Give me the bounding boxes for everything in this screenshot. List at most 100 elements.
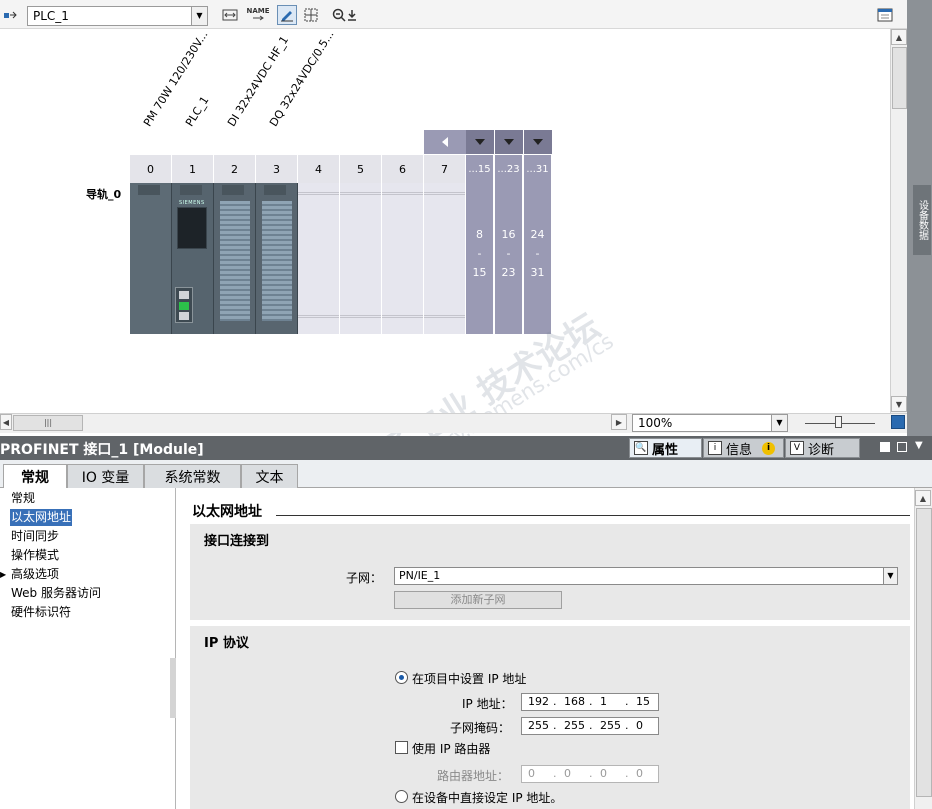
inspector-title: PROFINET 接口_1 [Module]: [0, 442, 204, 458]
router-address-label: 路由器地址：: [437, 769, 510, 783]
scroll-thumb[interactable]: [916, 508, 932, 797]
mask-octet: 255: [528, 719, 549, 732]
ip-address-label: IP 地址：: [462, 697, 513, 711]
chevron-down-icon[interactable]: ▼: [191, 7, 207, 25]
section-title: 以太网地址: [192, 504, 262, 520]
properties-icon: 🔍: [634, 441, 648, 455]
device-select[interactable]: PLC_1 ▼: [27, 6, 208, 26]
subnet-select[interactable]: PN/IE_1 ▼: [394, 567, 898, 585]
float-panel-icon[interactable]: [880, 442, 890, 452]
network-view-icon[interactable]: [0, 5, 20, 25]
subnet-mask-label: 子网掩码：: [450, 721, 511, 735]
scroll-up-icon[interactable]: ▲: [891, 29, 907, 45]
ext-slot-range[interactable]: 8 - 15: [466, 183, 494, 334]
grid-icon[interactable]: [301, 5, 321, 25]
nav-item-ethernet-address[interactable]: 以太网地址: [10, 509, 73, 526]
empty-slot[interactable]: [298, 183, 340, 334]
interface-section: 接口连接到 子网： PN/IE_1 ▼ 添加新子网: [190, 524, 910, 620]
range-to: 23: [501, 266, 516, 279]
expand-slot-24-icon[interactable]: [524, 130, 552, 154]
range-dash: -: [477, 247, 482, 260]
empty-slot[interactable]: [424, 183, 466, 334]
subnet-value: PN/IE_1: [399, 569, 441, 582]
nav-item-general[interactable]: 常规: [11, 490, 35, 507]
add-subnet-button[interactable]: 添加新子网: [394, 591, 562, 609]
zoom-slider-handle[interactable]: [835, 416, 842, 428]
use-router-checkbox[interactable]: [395, 741, 408, 754]
ext-slot-header: ...31: [524, 155, 552, 183]
tab-diagnostics[interactable]: V 诊断: [785, 438, 860, 458]
panel-vertical-scrollbar[interactable]: ▲: [914, 488, 932, 809]
zoom-select[interactable]: 100% ▼: [632, 414, 788, 432]
radio-set-ip-on-device[interactable]: [395, 790, 408, 803]
expand-arrow-icon[interactable]: ▶: [0, 570, 6, 579]
siemens-logo: SIEMENS: [179, 200, 205, 206]
overview-icon[interactable]: [220, 5, 240, 25]
scroll-left-icon[interactable]: ◀: [0, 414, 12, 430]
slot-number: 0: [130, 155, 172, 183]
ip-octet: 15: [636, 695, 650, 708]
device-data-tab[interactable]: 设备数据: [913, 185, 931, 255]
router-address-input[interactable]: 0. 0. 0. 0: [521, 765, 659, 783]
device-select-value: PLC_1: [33, 9, 69, 23]
router-octet: 0: [528, 767, 535, 780]
tab-info[interactable]: i 信息 i: [703, 438, 784, 458]
show-names-icon[interactable]: NAME: [246, 5, 270, 25]
scroll-down-icon[interactable]: ▼: [891, 396, 907, 412]
radio-set-ip-in-project[interactable]: [395, 671, 408, 684]
expand-slot-8-icon[interactable]: [466, 130, 494, 154]
ip-octet: 192: [528, 695, 549, 708]
empty-slot[interactable]: [340, 183, 382, 334]
nav-item-time-sync[interactable]: 时间同步: [11, 528, 59, 545]
chevron-down-icon[interactable]: ▼: [771, 415, 787, 431]
zoom-menu-icon[interactable]: [345, 5, 359, 25]
mask-octet: 0: [636, 719, 643, 732]
di-module[interactable]: [214, 183, 256, 334]
panel-toggle-icon[interactable]: [875, 5, 895, 25]
cpu-module[interactable]: SIEMENS: [172, 183, 214, 334]
dq-module[interactable]: [256, 183, 298, 334]
empty-slot[interactable]: [382, 183, 424, 334]
hscroll-thumb[interactable]: |||: [13, 415, 83, 431]
chevron-down-icon[interactable]: ▼: [883, 568, 897, 584]
fit-view-icon[interactable]: [891, 415, 905, 429]
maximize-panel-icon[interactable]: [897, 442, 907, 452]
ext-slot-range[interactable]: 24 - 31: [524, 183, 552, 334]
ext-slot-header: ...15: [466, 155, 494, 183]
subtab-io-tags[interactable]: IO 变量: [67, 464, 144, 488]
ip-octet: 1: [600, 695, 607, 708]
nav-item-hardware-id[interactable]: 硬件标识符: [11, 604, 71, 621]
subnet-mask-input[interactable]: 255. 255. 255. 0: [521, 717, 659, 735]
slot-number: 7: [424, 155, 466, 183]
cpu-display: [177, 207, 207, 249]
router-octet: 0: [564, 767, 571, 780]
nav-item-web-server[interactable]: Web 服务器访问: [11, 585, 101, 602]
nav-item-operating-mode[interactable]: 操作模式: [11, 547, 59, 564]
ext-slot-range[interactable]: 16 - 23: [495, 183, 523, 334]
zoom-value: 100%: [638, 416, 673, 430]
section-divider: [276, 515, 910, 516]
ip-address-input[interactable]: 192. 168. 1. 15: [521, 693, 659, 711]
power-module[interactable]: [130, 183, 172, 334]
range-to: 31: [530, 266, 545, 279]
ethernet-port-icon[interactable]: [175, 287, 193, 323]
canvas-vertical-scrollbar[interactable]: ▲ ▼: [890, 29, 907, 413]
subtab-system-constants[interactable]: 系统常数: [144, 464, 241, 488]
subtab-general[interactable]: 常规: [3, 464, 67, 489]
collapse-panel-icon[interactable]: ▼: [915, 440, 923, 451]
radio-set-ip-on-device-label: 在设备中直接设定 IP 地址。: [412, 791, 563, 805]
nav-item-advanced-options[interactable]: 高级选项: [11, 566, 59, 583]
scroll-thumb[interactable]: [892, 47, 907, 109]
tab-properties[interactable]: 🔍 属性: [629, 438, 702, 458]
subtab-texts[interactable]: 文本: [241, 464, 298, 488]
scroll-right-icon[interactable]: ▶: [611, 414, 627, 430]
mask-octet: 255: [564, 719, 585, 732]
collapse-left-icon[interactable]: [424, 130, 466, 154]
expand-slot-16-icon[interactable]: [495, 130, 523, 154]
inspector-subtabs: 常规 IO 变量 系统常数 文本: [0, 460, 932, 489]
scroll-up-icon[interactable]: ▲: [915, 490, 931, 506]
info-icon: i: [708, 441, 722, 455]
slot-number: 1: [172, 155, 214, 183]
ip-protocol-section: IP 协议 在项目中设置 IP 地址 IP 地址： 192. 168. 1. 1…: [190, 626, 910, 809]
draw-icon[interactable]: [277, 5, 297, 25]
